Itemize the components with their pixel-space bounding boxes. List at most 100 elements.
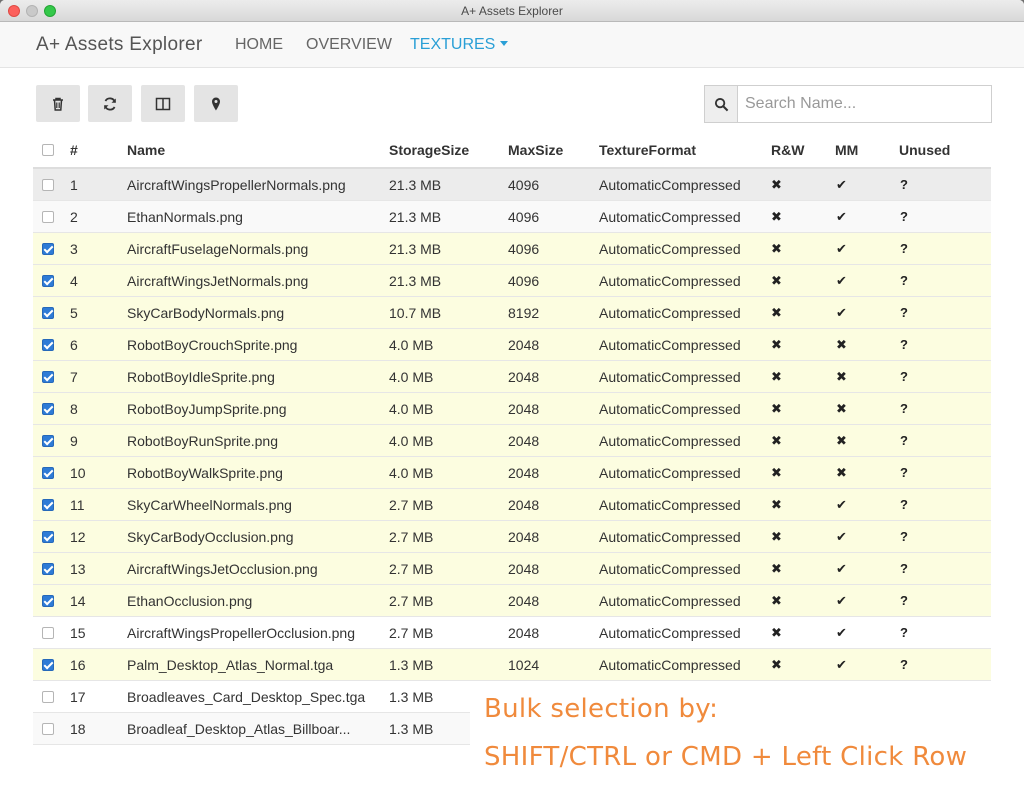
table-row[interactable]: 1 AircraftWingsPropellerNormals.png 21.3 M…	[33, 169, 991, 201]
maximize-window-button[interactable]	[44, 5, 56, 17]
row-mipmap-icon: ✖	[836, 432, 847, 448]
row-select-cell	[42, 169, 58, 200]
row-unused-icon: ?	[900, 593, 908, 608]
row-read-write-icon: ✖	[771, 560, 782, 576]
header-mipmap[interactable]: MM	[835, 133, 885, 167]
table-row[interactable]: 2 EthanNormals.png 21.3 MB 4096 AutomaticCom…	[33, 201, 991, 233]
row-max-size: 4096	[508, 208, 540, 225]
table-row[interactable]: 16 Palm_Desktop_Atlas_Normal.tga 1.3 MB 102…	[33, 649, 991, 681]
row-name: SkyCarBodyOcclusion.png	[127, 528, 294, 545]
row-mipmap-icon: ✔	[836, 656, 847, 672]
header-index[interactable]: #	[70, 133, 120, 167]
select-all-checkbox[interactable]	[42, 144, 54, 156]
row-unused-icon: ?	[900, 561, 908, 576]
row-unused-icon: ?	[900, 497, 908, 512]
window-title: A+ Assets Explorer	[461, 4, 563, 18]
row-read-write-icon: ✖	[771, 464, 782, 480]
row-checkbox[interactable]	[42, 370, 54, 383]
row-index: 15	[70, 624, 86, 641]
row-texture-format: AutomaticCompressed	[599, 592, 741, 609]
row-name: SkyCarWheelNormals.png	[127, 496, 292, 513]
row-index: 6	[70, 336, 78, 353]
header-texture-format[interactable]: TextureFormat	[599, 133, 769, 167]
table-row[interactable]: 15 AircraftWingsPropellerOcclusion.png 2.7…	[33, 617, 991, 649]
row-checkbox[interactable]	[42, 338, 54, 351]
search-input[interactable]	[738, 86, 991, 122]
row-storage-size: 4.0 MB	[389, 336, 434, 353]
row-checkbox[interactable]	[42, 466, 54, 479]
nav-home[interactable]: HOME	[235, 36, 283, 54]
row-texture-format: AutomaticCompressed	[599, 304, 741, 321]
row-select-cell	[42, 393, 58, 424]
columns-button[interactable]	[141, 85, 185, 122]
row-storage-size: 21.3 MB	[389, 272, 442, 289]
row-checkbox[interactable]	[42, 242, 54, 255]
row-checkbox[interactable]	[42, 210, 54, 223]
table-row[interactable]: 5 SkyCarBodyNormals.png 10.7 MB 8192 Automat…	[33, 297, 991, 329]
row-storage-size: 2.7 MB	[389, 624, 434, 641]
row-checkbox[interactable]	[42, 626, 54, 639]
row-select-cell	[42, 713, 58, 744]
close-window-button[interactable]	[8, 5, 20, 17]
row-read-write-icon: ✖	[771, 432, 782, 448]
row-storage-size: 10.7 MB	[389, 304, 442, 321]
row-texture-format: AutomaticCompressed	[599, 656, 741, 673]
brand-title[interactable]: A+ Assets Explorer	[36, 34, 202, 56]
minimize-window-button[interactable]	[26, 5, 38, 17]
header-read-write[interactable]: R&W	[771, 133, 821, 167]
header-unused[interactable]: Unused	[899, 133, 959, 167]
row-checkbox[interactable]	[42, 658, 54, 671]
row-checkbox[interactable]	[42, 498, 54, 511]
row-index: 5	[70, 304, 78, 321]
table-row[interactable]: 8 RobotBoyJumpSprite.png 4.0 MB 2048 Automat…	[33, 393, 991, 425]
row-checkbox[interactable]	[42, 722, 54, 735]
table-row[interactable]: 7 RobotBoyIdleSprite.png 4.0 MB 2048 Automat…	[33, 361, 991, 393]
row-mipmap-icon: ✖	[836, 336, 847, 352]
row-checkbox[interactable]	[42, 402, 54, 415]
row-checkbox[interactable]	[42, 594, 54, 607]
row-read-write-icon: ✖	[771, 592, 782, 608]
row-checkbox[interactable]	[42, 178, 54, 191]
refresh-button[interactable]	[88, 85, 132, 122]
row-checkbox[interactable]	[42, 562, 54, 575]
table-row[interactable]: 13 AircraftWingsJetOcclusion.png 2.7 MB 204…	[33, 553, 991, 585]
table-row[interactable]: 6 RobotBoyCrouchSprite.png 4.0 MB 2048 Autom…	[33, 329, 991, 361]
nav-textures[interactable]: TEXTURES	[410, 36, 509, 54]
locate-button[interactable]	[194, 85, 238, 122]
nav-overview[interactable]: OVERVIEW	[306, 36, 392, 54]
table-row[interactable]: 11 SkyCarWheelNormals.png 2.7 MB 2048 Automa…	[33, 489, 991, 521]
caret-down-icon	[500, 41, 509, 46]
row-name: AircraftFuselageNormals.png	[127, 240, 309, 257]
row-name: EthanNormals.png	[127, 208, 243, 225]
row-checkbox[interactable]	[42, 306, 54, 319]
row-storage-size: 1.3 MB	[389, 656, 434, 673]
table-row[interactable]: 3 AircraftFuselageNormals.png 21.3 MB 4096 A…	[33, 233, 991, 265]
delete-button[interactable]	[36, 85, 80, 122]
table-row[interactable]: 4 AircraftWingsJetNormals.png 21.3 MB 4096 A…	[33, 265, 991, 297]
search-icon	[714, 97, 728, 111]
row-checkbox[interactable]	[42, 690, 54, 703]
header-name[interactable]: Name	[127, 133, 383, 167]
header-max-size[interactable]: MaxSize	[508, 133, 588, 167]
search-icon-addon[interactable]	[705, 86, 738, 122]
row-read-write-icon: ✖	[771, 496, 782, 512]
table-row[interactable]: 12 SkyCarBodyOcclusion.png 2.7 MB 2048 Autom…	[33, 521, 991, 553]
table-row[interactable]: 9 RobotBoyRunSprite.png 4.0 MB 2048 Automati…	[33, 425, 991, 457]
row-unused-icon: ?	[900, 401, 908, 416]
row-unused-icon: ?	[900, 273, 908, 288]
header-storage-size[interactable]: StorageSize	[389, 133, 499, 167]
row-select-cell	[42, 681, 58, 712]
row-index: 4	[70, 272, 78, 289]
row-name: RobotBoyCrouchSprite.png	[127, 336, 298, 353]
row-read-write-icon: ✖	[771, 272, 782, 288]
table-row[interactable]: 14 EthanOcclusion.png 2.7 MB 2048 AutomaticC…	[33, 585, 991, 617]
table-row[interactable]: 10 RobotBoyWalkSprite.png 4.0 MB 2048 Automa…	[33, 457, 991, 489]
row-checkbox[interactable]	[42, 434, 54, 447]
row-name: AircraftWingsPropellerOcclusion.png	[127, 624, 355, 641]
row-mipmap-icon: ✔	[836, 240, 847, 256]
row-checkbox[interactable]	[42, 530, 54, 543]
row-storage-size: 4.0 MB	[389, 464, 434, 481]
row-index: 11	[70, 496, 85, 513]
row-storage-size: 21.3 MB	[389, 208, 442, 225]
row-checkbox[interactable]	[42, 274, 54, 287]
